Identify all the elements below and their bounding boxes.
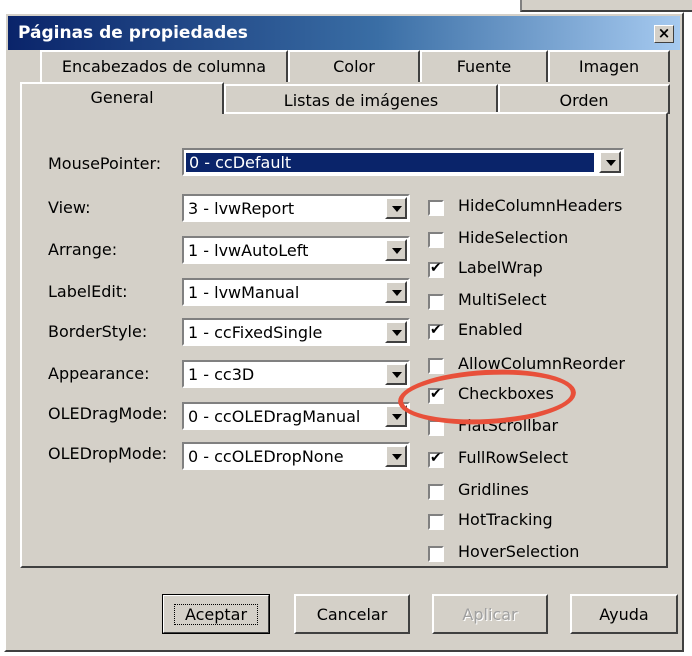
mousepointer-select[interactable]: 0 - ccDefault [182,148,624,176]
chevron-down-icon[interactable] [599,151,621,173]
checkbox-fullrowselect[interactable] [428,450,444,468]
checkbox-label-hidecolumnheaders[interactable]: HideColumnHeaders [458,196,622,215]
borderstyle-value: 1 - ccFixedSingle [188,323,323,342]
chevron-down-icon[interactable] [385,239,407,261]
checkbox-label-hideselection[interactable]: HideSelection [458,228,568,247]
arrange-label: Arrange: [48,240,118,259]
tab-orden[interactable]: Orden [498,84,670,114]
chevron-down-icon[interactable] [385,197,407,219]
labeledit-select[interactable]: 1 - lvwManual [182,278,410,306]
checkbox-labelwrap[interactable] [428,260,444,278]
apply-button[interactable]: Aplicar [432,594,548,634]
checkbox-label-hoverselection[interactable]: HoverSelection [458,542,579,561]
labeledit-label: LabelEdit: [48,282,128,301]
view-value: 3 - lvwReport [188,199,295,218]
cancel-button[interactable]: Cancelar [294,594,410,634]
tab-label: Imagen [578,57,640,76]
chevron-down-icon[interactable] [385,363,407,385]
tab-imagen[interactable]: Imagen [548,50,670,82]
tab-label: Listas de imágenes [283,91,439,110]
tab-label: Orden [559,91,609,110]
oledragmode-select[interactable]: 0 - ccOLEDragManual [182,402,410,430]
checkbox-label-fullrowselect[interactable]: FullRowSelect [458,448,568,467]
borderstyle-select[interactable]: 1 - ccFixedSingle [182,318,410,346]
appearance-label: Appearance: [48,364,150,383]
labeledit-value: 1 - lvwManual [188,283,300,302]
tab-label: Encabezados de columna [61,57,267,76]
checkbox-enabled[interactable] [428,322,444,340]
arrange-select[interactable]: 1 - lvwAutoLeft [182,236,410,264]
help-button[interactable]: Ayuda [570,594,678,634]
mousepointer-value: 0 - ccDefault [186,153,594,172]
borderstyle-label: BorderStyle: [48,322,148,341]
tab-label: Fuente [456,57,512,76]
appearance-select[interactable]: 1 - cc3D [182,360,410,388]
apply-button-label: Aplicar [462,605,518,624]
ok-button-label: Aceptar [173,604,259,625]
checkbox-hidecolumnheaders[interactable] [428,200,444,216]
checkbox-label-labelwrap[interactable]: LabelWrap [458,258,543,277]
checkbox-label-gridlines[interactable]: Gridlines [458,480,529,499]
tab-listas-de-imagenes[interactable]: Listas de imágenes [224,84,498,114]
checkbox-allowcolumnreorder[interactable] [428,358,444,374]
oledropmode-label: OLEDropMode: [48,444,168,463]
help-button-label: Ayuda [599,605,649,624]
close-button[interactable]: × [654,25,674,43]
checkbox-gridlines[interactable] [428,484,444,500]
chevron-down-icon[interactable] [385,321,407,343]
checkbox-multiselect[interactable] [428,294,444,310]
oledropmode-select[interactable]: 0 - ccOLEDropNone [182,442,410,470]
chevron-down-icon[interactable] [385,445,407,467]
checkbox-label-enabled[interactable]: Enabled [458,320,523,339]
tab-color[interactable]: Color [288,50,420,82]
tab-label: General [90,88,154,107]
cancel-button-label: Cancelar [316,605,388,624]
tab-fuente[interactable]: Fuente [420,50,548,82]
oledragmode-value: 0 - ccOLEDragManual [188,407,361,426]
chevron-down-icon[interactable] [385,281,407,303]
tab-general[interactable]: General [20,82,224,114]
close-icon: × [657,24,671,42]
view-label: View: [48,198,91,217]
window-title: Páginas de propiedades [18,23,248,43]
ok-button[interactable]: Aceptar [162,594,270,634]
oledragmode-label: OLEDragMode: [48,404,168,423]
mousepointer-label: MousePointer: [48,154,162,173]
checkbox-hideselection[interactable] [428,232,444,248]
appearance-value: 1 - cc3D [188,365,255,384]
title-bar: Páginas de propiedades × [8,16,680,50]
arrange-value: 1 - lvwAutoLeft [188,241,309,260]
tab-label: Color [333,57,375,76]
oledropmode-value: 0 - ccOLEDropNone [188,447,344,466]
checkbox-label-hottracking[interactable]: HotTracking [458,510,553,529]
checkbox-hottracking[interactable] [428,514,444,530]
view-select[interactable]: 3 - lvwReport [182,194,410,222]
background-window-edge [520,0,692,12]
tab-encabezados-de-columna[interactable]: Encabezados de columna [40,50,288,82]
checkbox-hoverselection[interactable] [428,546,444,562]
checkbox-label-multiselect[interactable]: MultiSelect [458,290,546,309]
